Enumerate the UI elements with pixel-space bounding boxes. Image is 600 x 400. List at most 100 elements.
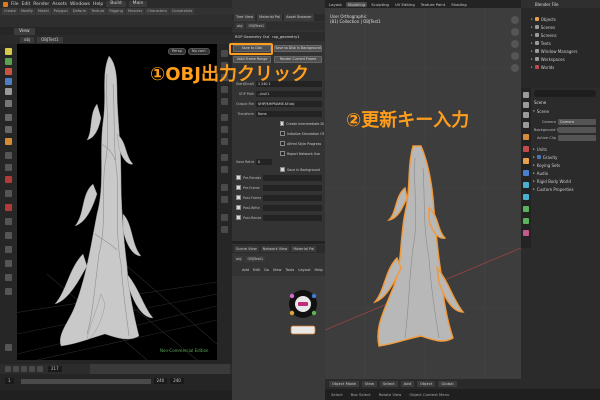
display-icon[interactable] [221, 226, 228, 233]
shelf-tab[interactable]: Texture [89, 8, 107, 15]
outliner-item[interactable]: ▸ Workspaces [531, 56, 565, 62]
panel-scene-header[interactable]: ▾ Scene [533, 108, 549, 114]
shelf-tab[interactable]: Deform [70, 8, 89, 15]
scene-tab-icon[interactable] [523, 134, 529, 140]
ring-button-icon[interactable] [311, 293, 317, 299]
zoom-icon[interactable] [511, 28, 519, 36]
move-tool-icon[interactable] [5, 58, 12, 65]
pan-icon[interactable] [511, 40, 519, 48]
snap-icon[interactable] [5, 126, 12, 133]
script-checkbox[interactable] [236, 205, 241, 210]
menu-help[interactable]: Help [315, 268, 323, 272]
rotate-tool-icon[interactable] [5, 68, 12, 75]
init-sim-checkbox[interactable] [280, 131, 285, 136]
output-file-field[interactable]: $HIP/$HIPNAME.$F.obj [256, 100, 322, 107]
menu-add[interactable]: Add [242, 268, 249, 272]
script-checkbox[interactable] [236, 195, 241, 200]
script-field[interactable] [263, 194, 322, 201]
menu-edit[interactable]: Edit [22, 2, 31, 7]
object-mode-dropdown[interactable]: Object Mode [329, 381, 359, 387]
tool-icon[interactable] [5, 190, 12, 197]
view-layer-tab-icon[interactable] [523, 122, 529, 128]
scale-tool-icon[interactable] [5, 78, 12, 85]
script-checkbox[interactable] [236, 215, 241, 220]
panel-gravity[interactable]: ▸ Gravity [533, 154, 557, 160]
save-background-checkbox[interactable] [280, 167, 285, 172]
transform-menu[interactable]: None [256, 110, 322, 117]
blender-viewport[interactable] [325, 8, 521, 386]
display-icon[interactable] [221, 214, 228, 221]
select-tool-icon[interactable] [5, 48, 12, 55]
report-network-checkbox[interactable] [280, 151, 285, 156]
persp-menu-button[interactable]: Persp [168, 48, 186, 55]
node-ring-menu[interactable] [283, 286, 323, 342]
shelf-tab[interactable]: Muscles [125, 8, 145, 15]
shelf-tab[interactable]: Polygon [51, 8, 70, 15]
jump-end-icon[interactable] [37, 366, 43, 372]
display-icon[interactable] [221, 184, 228, 191]
brush-icon[interactable] [5, 138, 12, 145]
panel-custom-properties[interactable]: ▸ Custom Properties [533, 186, 574, 192]
output-tab-icon[interactable] [523, 112, 529, 118]
shelf-tab[interactable]: Model [35, 8, 51, 15]
tab-material-palette[interactable]: Material Pal [291, 246, 317, 252]
display-icon[interactable] [221, 114, 228, 121]
path-node[interactable]: OBJTest1 [245, 256, 266, 262]
menu-object[interactable]: Object [417, 381, 436, 387]
tab-material-palette[interactable]: Material Pal [257, 14, 283, 21]
display-icon[interactable] [221, 196, 228, 203]
ws-tab[interactable]: UV Editing [393, 2, 417, 7]
display-icon[interactable] [221, 126, 228, 133]
tool-icon[interactable] [5, 164, 12, 171]
ring-button-icon[interactable] [289, 310, 295, 316]
tool-tab-icon[interactable] [523, 92, 529, 98]
view-tool-icon[interactable] [5, 114, 12, 121]
node-box[interactable] [290, 325, 316, 335]
create-dirs-checkbox[interactable] [280, 121, 285, 126]
outliner-item[interactable]: ▸ Objects [531, 16, 556, 22]
save-in-background-button[interactable]: Save to Disk in Background [274, 45, 322, 52]
node-name-field[interactable]: rop_geometry1 [272, 35, 299, 39]
camera-menu-button[interactable]: No cam [187, 48, 210, 55]
script-field[interactable] [263, 204, 322, 211]
alfred-progress-checkbox[interactable] [280, 141, 285, 146]
tab-asset-browser[interactable]: Asset Browser [284, 14, 314, 21]
outliner-item[interactable]: ▸ Scenes [531, 24, 555, 30]
display-icon[interactable] [221, 98, 228, 105]
tab-view[interactable]: View [14, 27, 35, 35]
tool-icon[interactable] [5, 218, 12, 225]
modifier-tab-icon[interactable] [523, 170, 529, 176]
ws-tab-active[interactable]: Modeling [345, 1, 368, 7]
panel-rigid-body-world[interactable]: ▸ Rigid Body World [533, 178, 571, 184]
gravity-checkbox[interactable] [536, 155, 541, 159]
physics-tab-icon[interactable] [523, 194, 529, 200]
particles-tab-icon[interactable] [523, 182, 529, 188]
shelf-tab[interactable]: Characters [145, 8, 169, 15]
path-node[interactable]: OBJTest1 [246, 23, 267, 29]
properties-search-field[interactable] [534, 90, 596, 97]
menu-tools[interactable]: Tools [285, 268, 294, 272]
step-back-icon[interactable] [13, 366, 19, 372]
tool-icon[interactable] [5, 274, 12, 281]
sop-path-field[interactable]: ../null1 [256, 90, 322, 97]
object-tab-icon[interactable] [523, 158, 529, 164]
tool-icon[interactable] [5, 260, 12, 267]
tool-icon[interactable] [5, 204, 12, 211]
tab-network-view[interactable]: Network View [260, 246, 290, 252]
save-retries-field[interactable]: 0 [256, 158, 272, 165]
menu-windows[interactable]: Windows [70, 2, 90, 7]
active-clip-field[interactable] [558, 134, 596, 141]
data-tab-icon[interactable] [523, 218, 529, 224]
ws-tab[interactable]: Texture Paint [419, 2, 448, 7]
outliner-display-mode[interactable]: Blender File [535, 2, 558, 7]
range-fps-field[interactable]: 240 [170, 378, 184, 384]
tab-scene-view[interactable]: Scene View [234, 246, 259, 252]
menu-add[interactable]: Add [400, 381, 415, 387]
menu-view[interactable]: View [273, 268, 282, 272]
ring-button-icon[interactable] [289, 293, 295, 299]
pane-separator[interactable] [232, 241, 325, 244]
range-end-field[interactable]: 240 [153, 378, 168, 384]
timeline-ruler[interactable] [90, 364, 230, 374]
path-node[interactable]: OBJTest1 [37, 36, 63, 43]
menu-render[interactable]: Render [33, 2, 49, 7]
